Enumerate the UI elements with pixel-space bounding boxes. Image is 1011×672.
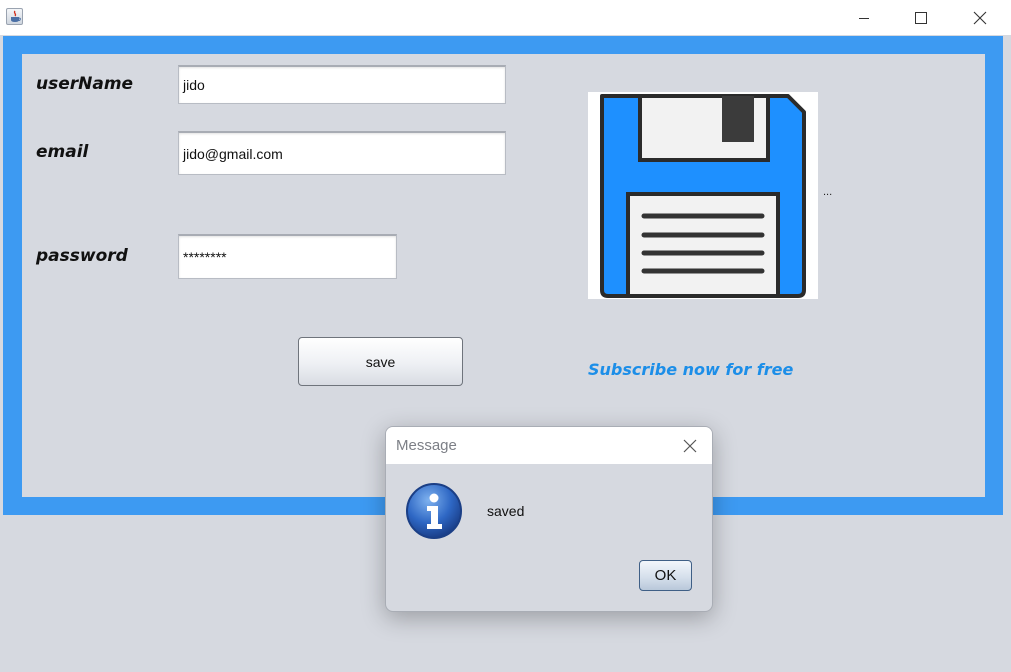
email-label: email bbox=[36, 142, 89, 162]
minimize-icon bbox=[859, 17, 869, 19]
password-input[interactable]: ******** bbox=[178, 234, 397, 279]
save-button[interactable]: save bbox=[298, 337, 463, 386]
close-icon bbox=[683, 439, 697, 452]
email-input[interactable]: jido@gmail.com bbox=[178, 131, 506, 175]
floppy-disk-icon bbox=[600, 94, 806, 298]
close-icon bbox=[973, 11, 987, 24]
close-button[interactable] bbox=[957, 0, 1003, 35]
dialog-message: saved bbox=[487, 503, 525, 519]
image-caption: ... bbox=[823, 186, 833, 198]
maximize-button[interactable] bbox=[898, 0, 944, 35]
username-label: userName bbox=[36, 74, 134, 94]
java-app-icon bbox=[6, 8, 23, 25]
minimize-button[interactable] bbox=[841, 0, 887, 35]
dialog-title: Message bbox=[396, 437, 457, 454]
window-title-bar bbox=[0, 0, 1011, 35]
maximize-icon bbox=[915, 11, 927, 24]
password-label: password bbox=[36, 246, 128, 266]
dialog-title-bar: Message bbox=[386, 427, 712, 464]
ok-button[interactable]: OK bbox=[639, 560, 692, 591]
info-icon bbox=[405, 482, 463, 540]
floppy-disk-image bbox=[588, 92, 818, 299]
message-dialog: Message saved OK bbox=[385, 426, 713, 612]
subscribe-text: Subscribe now for free bbox=[588, 360, 794, 379]
username-input[interactable]: jido bbox=[178, 65, 506, 104]
dialog-close-button[interactable] bbox=[668, 427, 712, 464]
